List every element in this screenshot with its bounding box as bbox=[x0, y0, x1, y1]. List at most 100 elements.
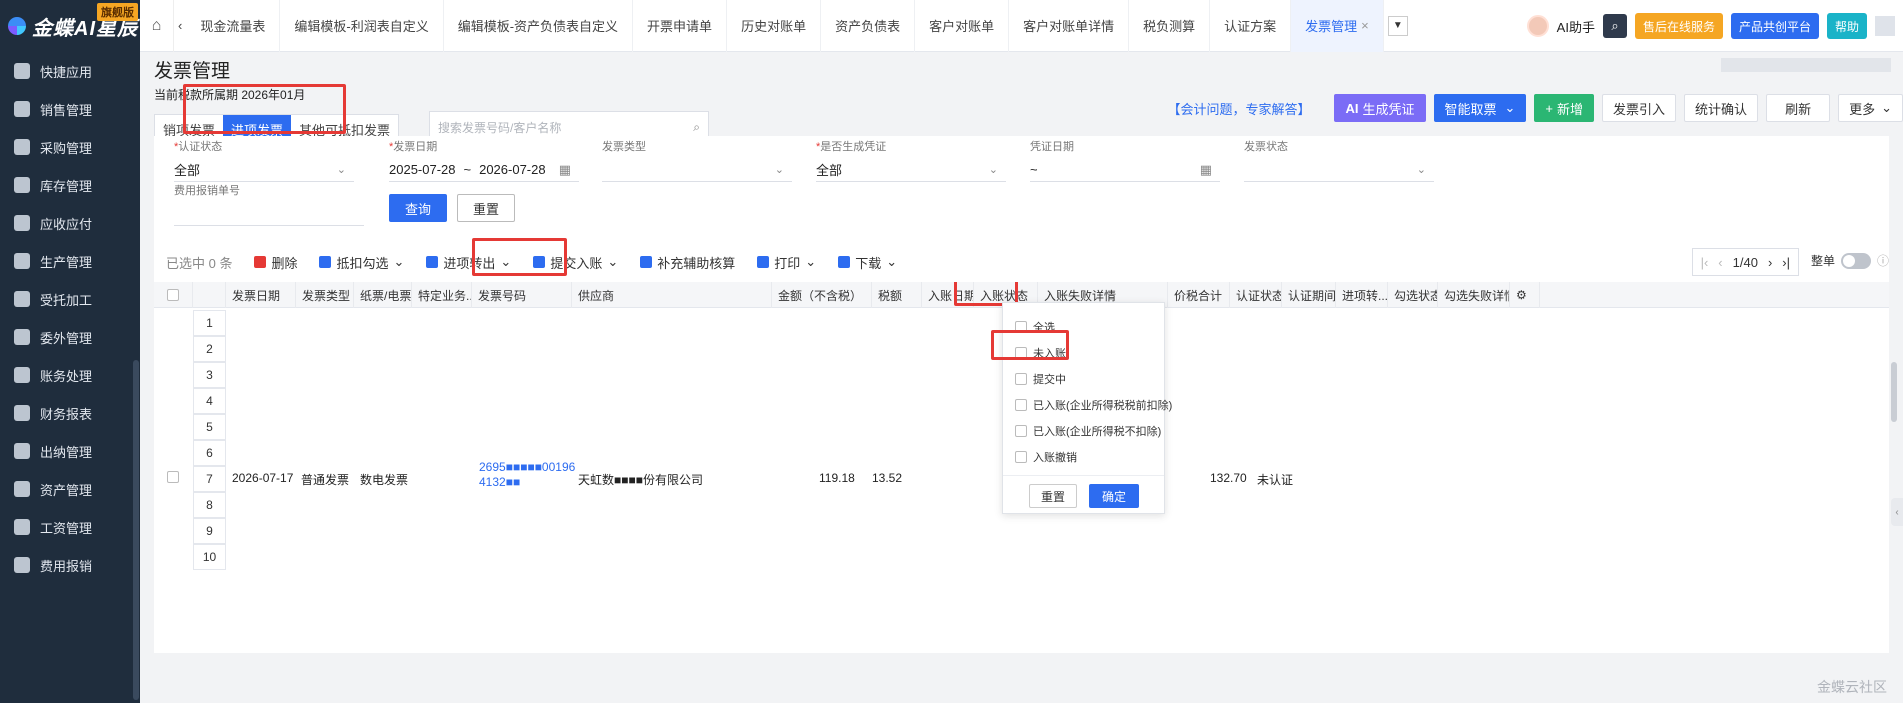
deduct-check-button[interactable]: 抵扣勾选 ⌄ bbox=[319, 253, 404, 272]
column-settings-icon[interactable]: ⚙ bbox=[1510, 282, 1540, 308]
download-button[interactable]: 下载 ⌄ bbox=[838, 253, 897, 272]
invoice-number-line1[interactable]: 2695■■■■■00196 bbox=[479, 460, 575, 475]
first-page-icon[interactable]: |‹ bbox=[1701, 255, 1709, 270]
ai-assistant-avatar[interactable] bbox=[1526, 15, 1549, 37]
prev-page-icon[interactable]: ‹ bbox=[1718, 255, 1722, 270]
service-button[interactable]: 售后在线服务 bbox=[1634, 13, 1723, 39]
help-button[interactable]: 帮助 bbox=[1826, 13, 1867, 39]
ai-assistant-label[interactable]: AI助手 bbox=[1557, 17, 1595, 36]
tab-10[interactable]: 发票管理 × bbox=[1291, 0, 1384, 52]
sidebar-item-1[interactable]: 销售管理 bbox=[0, 90, 140, 128]
select-all-checkbox[interactable] bbox=[154, 282, 193, 308]
search-icon[interactable]: ⌕ bbox=[693, 120, 700, 135]
column-header-14[interactable]: 进项转... bbox=[1336, 282, 1388, 308]
sidebar-scrollbar[interactable] bbox=[133, 360, 139, 700]
column-header-5[interactable]: 供应商 bbox=[572, 282, 772, 308]
import-button[interactable]: 发票引入 bbox=[1602, 94, 1677, 122]
tab-6[interactable]: 客户对账单 bbox=[915, 0, 1010, 52]
supplement-button[interactable]: 补充辅助核算 bbox=[640, 253, 735, 272]
last-page-icon[interactable]: ›| bbox=[1782, 255, 1790, 270]
tab-8[interactable]: 税负测算 bbox=[1129, 0, 1211, 52]
column-header-3[interactable]: 特定业务... bbox=[412, 282, 472, 308]
table-scrollbar[interactable] bbox=[1891, 362, 1897, 422]
sidebar-item-2[interactable]: 采购管理 bbox=[0, 128, 140, 166]
date-from[interactable]: 2025-07-28 bbox=[389, 162, 456, 177]
column-header-6[interactable]: 金额（不含税） bbox=[772, 282, 872, 308]
print-button[interactable]: 打印 ⌄ bbox=[757, 253, 816, 272]
tab-2[interactable]: 编辑模板-资产负债表自定义 bbox=[444, 0, 634, 52]
more-button[interactable]: 更多 ⌄ bbox=[1838, 94, 1903, 122]
reset-button[interactable]: 重置 bbox=[457, 194, 515, 222]
checkbox[interactable] bbox=[1015, 399, 1027, 411]
checkbox[interactable] bbox=[1015, 451, 1027, 463]
tab-4[interactable]: 历史对账单 bbox=[727, 0, 822, 52]
column-header-0[interactable]: 发票日期 bbox=[226, 282, 296, 308]
cert-status-filter[interactable]: *认证状态 全部 ⌄ bbox=[174, 138, 354, 182]
checkbox[interactable] bbox=[167, 289, 179, 301]
sidebar-item-3[interactable]: 库存管理 bbox=[0, 166, 140, 204]
sidebar-item-13[interactable]: 费用报销 bbox=[0, 546, 140, 584]
voucher-date-filter[interactable]: 凭证日期 ~ ▦ bbox=[1030, 138, 1220, 182]
sidebar-item-10[interactable]: 出纳管理 bbox=[0, 432, 140, 470]
dropdown-confirm-button[interactable]: 确定 bbox=[1089, 484, 1139, 508]
generate-voucher-button[interactable]: AI 生成凭证 bbox=[1334, 94, 1426, 122]
dropdown-reset-button[interactable]: 重置 bbox=[1029, 484, 1077, 508]
checkbox[interactable] bbox=[1015, 425, 1027, 437]
checkbox[interactable] bbox=[167, 471, 179, 483]
refresh-button[interactable]: 刷新 bbox=[1766, 94, 1831, 122]
stat-confirm-button[interactable]: 统计确认 bbox=[1684, 94, 1759, 122]
column-header-4[interactable]: 发票号码 bbox=[472, 282, 572, 308]
next-page-icon[interactable]: › bbox=[1768, 255, 1772, 270]
sidebar-item-6[interactable]: 受托加工 bbox=[0, 280, 140, 318]
row-checkbox[interactable] bbox=[167, 471, 179, 486]
search-icon[interactable]: ⌕ bbox=[1602, 14, 1627, 38]
cell-invoice-number[interactable]: 2695■■■■■00196 4132■■ bbox=[479, 460, 575, 490]
sidebar-item-4[interactable]: 应收应付 bbox=[0, 204, 140, 242]
invoice-status-filter[interactable]: 发票状态 ⌄ bbox=[1244, 138, 1434, 182]
column-header-12[interactable]: 认证状态 bbox=[1230, 282, 1282, 308]
column-header-16[interactable]: 勾选失败详情 bbox=[1438, 282, 1510, 308]
calendar-icon[interactable]: ▦ bbox=[1200, 162, 1212, 178]
chevron-down-icon[interactable]: ⌄ bbox=[1505, 100, 1516, 116]
delete-button[interactable]: 删除 bbox=[254, 253, 297, 272]
tab-more-dropdown[interactable]: ▼ bbox=[1387, 15, 1408, 36]
collapse-handle[interactable]: ‹ bbox=[1891, 498, 1903, 526]
column-header-15[interactable]: 勾选状态 bbox=[1388, 282, 1438, 308]
invoice-type-filter[interactable]: 发票类型 ⌄ bbox=[602, 138, 792, 182]
sidebar-item-8[interactable]: 账务处理 bbox=[0, 356, 140, 394]
smart-fetch-button[interactable]: 智能取票 ⌄ bbox=[1433, 94, 1527, 122]
sidebar-item-5[interactable]: 生产管理 bbox=[0, 242, 140, 280]
date-to[interactable]: 2026-07-28 bbox=[479, 162, 546, 177]
platform-button[interactable]: 产品共创平台 bbox=[1730, 13, 1819, 39]
query-button[interactable]: 查询 bbox=[389, 194, 447, 222]
invoice-date-filter[interactable]: *发票日期 2025-07-28 ~ 2026-07-28 ▦ bbox=[389, 138, 579, 182]
tab-7[interactable]: 客户对账单详情 bbox=[1009, 0, 1130, 52]
voucher-generated-filter[interactable]: *是否生成凭证 全部 ⌄ bbox=[816, 138, 1006, 182]
user-avatar[interactable] bbox=[1875, 16, 1895, 36]
invoice-number-line2[interactable]: 4132■■ bbox=[479, 475, 575, 490]
checkbox[interactable] bbox=[1015, 373, 1027, 385]
help-icon[interactable]: ⓘ bbox=[1877, 252, 1889, 269]
column-header-11[interactable]: 价税合计 bbox=[1168, 282, 1230, 308]
sidebar-item-9[interactable]: 财务报表 bbox=[0, 394, 140, 432]
tab-0[interactable]: 现金流量表 bbox=[186, 0, 281, 52]
whole-toggle[interactable] bbox=[1840, 252, 1871, 269]
filter-option-4[interactable]: 已入账(企业所得税不扣除) bbox=[1015, 423, 1161, 439]
column-header-7[interactable]: 税额 bbox=[872, 282, 922, 308]
tab-9[interactable]: 认证方案 bbox=[1210, 0, 1292, 52]
expense-no-filter[interactable]: 费用报销单号 bbox=[174, 182, 364, 226]
column-header-13[interactable]: 认证期间 bbox=[1282, 282, 1336, 308]
tab-5[interactable]: 资产负债表 bbox=[821, 0, 916, 52]
calendar-icon[interactable]: ▦ bbox=[559, 162, 571, 178]
tab-3[interactable]: 开票申请单 bbox=[633, 0, 728, 52]
sidebar-item-11[interactable]: 资产管理 bbox=[0, 470, 140, 508]
add-button[interactable]: + 新增 bbox=[1534, 94, 1595, 122]
column-header-2[interactable]: 纸票/电票 bbox=[354, 282, 412, 308]
home-icon[interactable]: ⌂ bbox=[140, 0, 174, 52]
sidebar-item-0[interactable]: 快捷应用 bbox=[0, 52, 140, 90]
filter-option-5[interactable]: 入账撤销 bbox=[1015, 449, 1077, 465]
filter-option-3[interactable]: 已入账(企业所得税税前扣除) bbox=[1015, 397, 1172, 413]
tab-1[interactable]: 编辑模板-利润表自定义 bbox=[280, 0, 444, 52]
close-icon[interactable]: × bbox=[1361, 18, 1369, 33]
column-header-1[interactable]: 发票类型 bbox=[296, 282, 354, 308]
